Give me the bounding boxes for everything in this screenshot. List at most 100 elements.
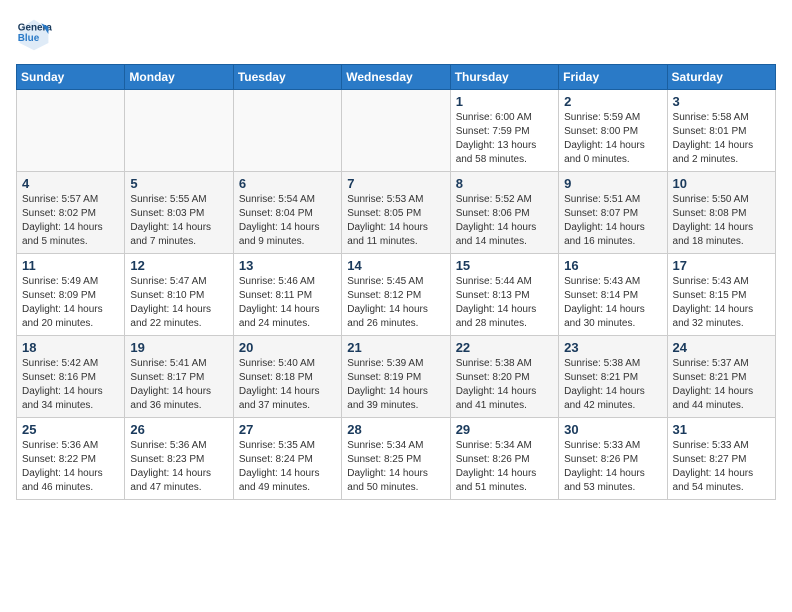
day-number: 14 [347,258,444,273]
calendar-cell: 14 Sunrise: 5:45 AM Sunset: 8:12 PM Dayli… [342,254,450,336]
calendar-week-5: 25Sunrise: 5:36 AM Sunset: 8:22 PM Dayli… [17,418,776,500]
weekday-header-thursday: Thursday [450,65,558,90]
day-info: Sunrise: 5:40 AM Sunset: 8:18 PM Dayligh… [239,357,336,413]
calendar-cell: 20 Sunrise: 5:40 AM Sunset: 8:18 PM Dayli… [233,336,341,418]
day-info: Sunrise: 5:39 AM Sunset: 8:19 PM Dayligh… [347,357,444,413]
day-info: Sunrise: 5:37 AM Sunset: 8:21 PM Dayligh… [673,357,770,413]
calendar-cell [125,90,233,172]
day-info: Sunrise: 5:51 AM Sunset: 8:07 PM Dayligh… [564,193,661,249]
page-header: General Blue [16,16,776,52]
day-info: Sunrise: 5:34 AM Sunset: 8:26 PM Dayligh… [456,439,553,495]
day-number: 21 [347,340,444,355]
calendar-cell: 27Sunrise: 5:35 AM Sunset: 8:24 PM Dayli… [233,418,341,500]
calendar-cell: 22 Sunrise: 5:38 AM Sunset: 8:20 PM Dayli… [450,336,558,418]
day-number: 7 [347,176,444,191]
logo: General Blue [16,16,56,52]
day-number: 13 [239,258,336,273]
day-info: Sunrise: 5:33 AM Sunset: 8:27 PM Dayligh… [673,439,770,495]
day-info: Sunrise: 5:38 AM Sunset: 8:21 PM Dayligh… [564,357,661,413]
day-number: 30 [564,422,661,437]
calendar-week-1: 1Sunrise: 6:00 AM Sunset: 7:59 PM Daylig… [17,90,776,172]
calendar-cell: 10 Sunrise: 5:50 AM Sunset: 8:08 PM Dayli… [667,172,775,254]
calendar-cell: 21 Sunrise: 5:39 AM Sunset: 8:19 PM Dayli… [342,336,450,418]
weekday-header-monday: Monday [125,65,233,90]
calendar-week-2: 4 Sunrise: 5:57 AM Sunset: 8:02 PM Daylig… [17,172,776,254]
day-number: 24 [673,340,770,355]
day-info: Sunrise: 5:46 AM Sunset: 8:11 PM Dayligh… [239,275,336,331]
day-number: 22 [456,340,553,355]
day-number: 25 [22,422,119,437]
day-info: Sunrise: 5:38 AM Sunset: 8:20 PM Dayligh… [456,357,553,413]
logo-icon: General Blue [16,16,52,52]
day-number: 31 [673,422,770,437]
calendar-cell: 5 Sunrise: 5:55 AM Sunset: 8:03 PM Daylig… [125,172,233,254]
day-info: Sunrise: 5:55 AM Sunset: 8:03 PM Dayligh… [130,193,227,249]
calendar-cell: 24 Sunrise: 5:37 AM Sunset: 8:21 PM Dayli… [667,336,775,418]
day-info: Sunrise: 5:43 AM Sunset: 8:14 PM Dayligh… [564,275,661,331]
day-number: 23 [564,340,661,355]
day-number: 3 [673,94,770,109]
calendar-cell: 1Sunrise: 6:00 AM Sunset: 7:59 PM Daylig… [450,90,558,172]
calendar-cell: 12Sunrise: 5:47 AM Sunset: 8:10 PM Dayli… [125,254,233,336]
day-number: 4 [22,176,119,191]
day-info: Sunrise: 5:53 AM Sunset: 8:05 PM Dayligh… [347,193,444,249]
calendar-cell: 11 Sunrise: 5:49 AM Sunset: 8:09 PM Dayli… [17,254,125,336]
weekday-header-wednesday: Wednesday [342,65,450,90]
day-info: Sunrise: 5:52 AM Sunset: 8:06 PM Dayligh… [456,193,553,249]
day-number: 26 [130,422,227,437]
calendar-cell: 30 Sunrise: 5:33 AM Sunset: 8:26 PM Dayli… [559,418,667,500]
calendar-cell: 16Sunrise: 5:43 AM Sunset: 8:14 PM Dayli… [559,254,667,336]
day-number: 18 [22,340,119,355]
calendar-cell: 23 Sunrise: 5:38 AM Sunset: 8:21 PM Dayli… [559,336,667,418]
calendar-cell [233,90,341,172]
calendar-week-4: 18Sunrise: 5:42 AM Sunset: 8:16 PM Dayli… [17,336,776,418]
calendar-cell: 9 Sunrise: 5:51 AM Sunset: 8:07 PM Daylig… [559,172,667,254]
day-number: 6 [239,176,336,191]
calendar-cell: 8 Sunrise: 5:52 AM Sunset: 8:06 PM Daylig… [450,172,558,254]
calendar-cell [17,90,125,172]
calendar-cell: 29 Sunrise: 5:34 AM Sunset: 8:26 PM Dayli… [450,418,558,500]
calendar-cell: 25Sunrise: 5:36 AM Sunset: 8:22 PM Dayli… [17,418,125,500]
day-info: Sunrise: 5:36 AM Sunset: 8:23 PM Dayligh… [130,439,227,495]
day-number: 17 [673,258,770,273]
day-info: Sunrise: 5:45 AM Sunset: 8:12 PM Dayligh… [347,275,444,331]
day-number: 29 [456,422,553,437]
calendar-cell: 3 Sunrise: 5:58 AM Sunset: 8:01 PM Daylig… [667,90,775,172]
day-number: 15 [456,258,553,273]
calendar-cell: 7 Sunrise: 5:53 AM Sunset: 8:05 PM Daylig… [342,172,450,254]
day-number: 11 [22,258,119,273]
day-number: 5 [130,176,227,191]
day-info: Sunrise: 5:57 AM Sunset: 8:02 PM Dayligh… [22,193,119,249]
calendar-body: 1Sunrise: 6:00 AM Sunset: 7:59 PM Daylig… [17,90,776,500]
day-info: Sunrise: 5:58 AM Sunset: 8:01 PM Dayligh… [673,111,770,167]
calendar-week-3: 11 Sunrise: 5:49 AM Sunset: 8:09 PM Dayli… [17,254,776,336]
calendar-cell [342,90,450,172]
day-info: Sunrise: 5:33 AM Sunset: 8:26 PM Dayligh… [564,439,661,495]
day-number: 8 [456,176,553,191]
day-info: Sunrise: 6:00 AM Sunset: 7:59 PM Dayligh… [456,111,553,167]
day-number: 10 [673,176,770,191]
day-number: 12 [130,258,227,273]
calendar-cell: 18Sunrise: 5:42 AM Sunset: 8:16 PM Dayli… [17,336,125,418]
calendar-cell: 15Sunrise: 5:44 AM Sunset: 8:13 PM Dayli… [450,254,558,336]
svg-text:Blue: Blue [18,33,40,44]
calendar-cell: 6 Sunrise: 5:54 AM Sunset: 8:04 PM Daylig… [233,172,341,254]
calendar-cell: 26 Sunrise: 5:36 AM Sunset: 8:23 PM Dayli… [125,418,233,500]
weekday-header-sunday: Sunday [17,65,125,90]
weekday-header-saturday: Saturday [667,65,775,90]
weekday-header-tuesday: Tuesday [233,65,341,90]
calendar-cell: 4 Sunrise: 5:57 AM Sunset: 8:02 PM Daylig… [17,172,125,254]
day-number: 19 [130,340,227,355]
day-number: 2 [564,94,661,109]
day-number: 20 [239,340,336,355]
day-info: Sunrise: 5:49 AM Sunset: 8:09 PM Dayligh… [22,275,119,331]
calendar-header: SundayMondayTuesdayWednesdayThursdayFrid… [17,65,776,90]
day-info: Sunrise: 5:54 AM Sunset: 8:04 PM Dayligh… [239,193,336,249]
calendar-table: SundayMondayTuesdayWednesdayThursdayFrid… [16,64,776,500]
calendar-cell: 13 Sunrise: 5:46 AM Sunset: 8:11 PM Dayli… [233,254,341,336]
day-info: Sunrise: 5:43 AM Sunset: 8:15 PM Dayligh… [673,275,770,331]
calendar-cell: 2Sunrise: 5:59 AM Sunset: 8:00 PM Daylig… [559,90,667,172]
day-number: 28 [347,422,444,437]
day-info: Sunrise: 5:50 AM Sunset: 8:08 PM Dayligh… [673,193,770,249]
day-number: 9 [564,176,661,191]
